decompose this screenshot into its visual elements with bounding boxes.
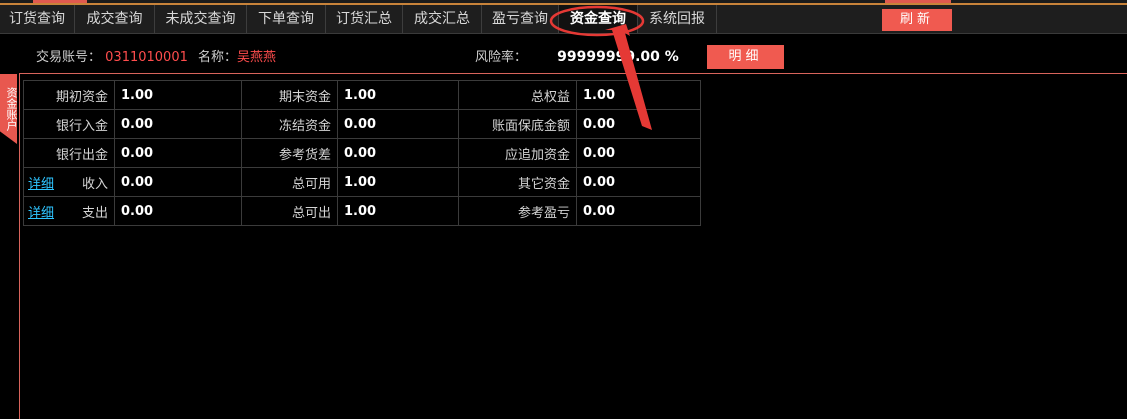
tab-place-order-query[interactable]: 下单查询	[247, 5, 326, 33]
table-row: 详细 收入 0.00 总可用 1.00 其它资金 0.00	[23, 167, 701, 197]
funds-value: 1.00	[576, 80, 701, 110]
name-value: 吴燕燕	[237, 50, 277, 65]
risk-value: 99999999.00 %	[557, 49, 679, 65]
account-label: 交易账号：	[36, 50, 102, 65]
funds-value: 0.00	[576, 109, 701, 139]
risk-info: 风险率： 99999999.00 %	[475, 46, 679, 65]
table-row: 银行入金 0.00 冻结资金 0.00 账面保底金额 0.00	[23, 109, 701, 139]
query-tab-bar: 订货查询 成交查询 未成交查询 下单查询 订货汇总 成交汇总 盈亏查询 资金查询…	[0, 5, 1127, 34]
funds-label: 总权益	[458, 80, 577, 110]
funds-label: 其它资金	[458, 167, 577, 197]
account-value: 0311010001	[105, 50, 188, 65]
funds-label: 参考货差	[241, 138, 338, 168]
funds-value: 0.00	[114, 196, 242, 226]
tab-trade-query[interactable]: 成交查询	[75, 5, 155, 33]
funds-label: 支出	[81, 205, 108, 221]
funds-value: 0.00	[576, 196, 701, 226]
funds-label: 银行入金	[23, 109, 115, 139]
funds-label: 冻结资金	[241, 109, 338, 139]
tab-order-summary[interactable]: 订货汇总	[326, 5, 403, 33]
table-row: 期初资金 1.00 期末资金 1.00 总权益 1.00	[23, 80, 701, 110]
funds-label: 应追加资金	[458, 138, 577, 168]
account-info: 交易账号： 0311010001 名称：吴燕燕	[36, 46, 276, 65]
table-row: 银行出金 0.00 参考货差 0.00 应追加资金 0.00	[23, 138, 701, 168]
funds-label: 期初资金	[23, 80, 115, 110]
funds-value: 0.00	[114, 109, 242, 139]
expense-detail-link[interactable]: 详细	[28, 202, 54, 221]
tab-system-report[interactable]: 系统回报	[638, 5, 717, 33]
funds-value: 1.00	[114, 80, 242, 110]
funds-value: 0.00	[337, 109, 459, 139]
funds-label: 期末资金	[241, 80, 338, 110]
funds-value: 0.00	[576, 138, 701, 168]
funds-label: 账面保底金额	[458, 109, 577, 139]
risk-label: 风险率：	[475, 50, 528, 65]
funds-label: 参考盈亏	[458, 196, 577, 226]
tab-unfilled-query[interactable]: 未成交查询	[155, 5, 247, 33]
tab-pnl-query[interactable]: 盈亏查询	[482, 5, 559, 33]
funds-label-cell: 详细 收入	[23, 167, 115, 197]
funds-value: 0.00	[337, 138, 459, 168]
funds-value: 1.00	[337, 167, 459, 197]
tab-trade-summary[interactable]: 成交汇总	[403, 5, 482, 33]
funds-label: 总可用	[241, 167, 338, 197]
income-detail-link[interactable]: 详细	[28, 173, 54, 192]
funds-label: 总可出	[241, 196, 338, 226]
table-row: 详细 支出 0.00 总可出 1.00 参考盈亏 0.00	[23, 196, 701, 226]
side-tab-funds-account[interactable]: 资金账户	[0, 74, 17, 144]
funds-value: 1.00	[337, 80, 459, 110]
name-label: 名称：	[198, 50, 238, 65]
funds-value: 0.00	[114, 167, 242, 197]
funds-label: 银行出金	[23, 138, 115, 168]
funds-label-cell: 详细 支出	[23, 196, 115, 226]
detail-button[interactable]: 明细	[707, 45, 784, 69]
refresh-button[interactable]: 刷新	[882, 9, 952, 31]
tab-funds-query[interactable]: 资金查询	[559, 5, 638, 33]
funds-value: 1.00	[337, 196, 459, 226]
tab-order-query[interactable]: 订货查询	[0, 5, 75, 33]
funds-value: 0.00	[576, 167, 701, 197]
funds-value: 0.00	[114, 138, 242, 168]
funds-label: 收入	[81, 176, 108, 192]
funds-table: 期初资金 1.00 期末资金 1.00 总权益 1.00 银行入金 0.00 冻…	[23, 80, 701, 226]
